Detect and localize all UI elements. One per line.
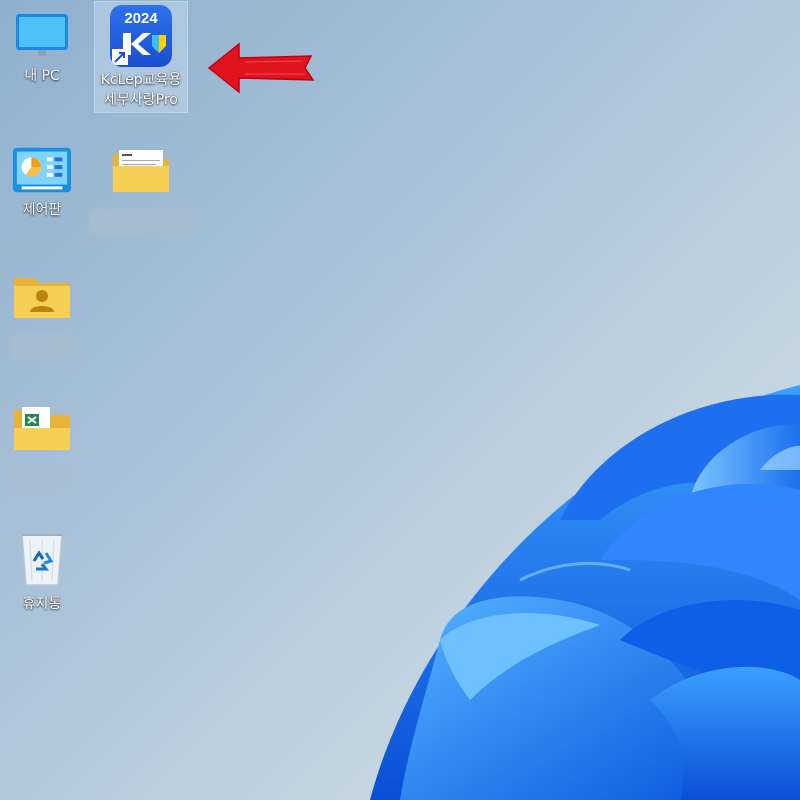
obscured-folder-label [89,208,193,234]
kclep-label: KcLep교육용 세무사랑Pro [100,72,182,108]
recycle-bin-label: 휴지통 [22,596,62,612]
desktop-icon-control-panel[interactable]: 제어판 [0,140,88,220]
desktop-icon-folder-docs[interactable] [89,140,193,234]
folder-icon [111,140,171,200]
desktop-icon-recycle-bin[interactable]: 휴지통 [0,528,88,614]
obscured-folder-label [10,334,74,360]
desktop-icon-my-pc[interactable]: 내 PC [0,6,88,86]
red-arrow-icon [205,40,317,100]
control-panel-label: 제어판 [22,202,62,218]
kclep-app-icon: 2024 [109,4,173,68]
desktop-icon-folder-user[interactable] [0,266,88,360]
monitor-icon [12,6,72,66]
obscured-folder-label [10,466,74,492]
wallpaper-bloom [370,385,800,800]
desktop-icon-kclep[interactable]: 2024 KcLep교육용 세무사랑Pro [94,1,188,113]
recycle-bin-icon [12,528,72,588]
excel-folder-icon [12,398,72,458]
my-pc-label: 내 PC [24,68,60,84]
control-panel-icon [12,140,72,200]
user-folder-icon [12,266,72,326]
desktop-icon-folder-excel[interactable] [0,398,88,492]
